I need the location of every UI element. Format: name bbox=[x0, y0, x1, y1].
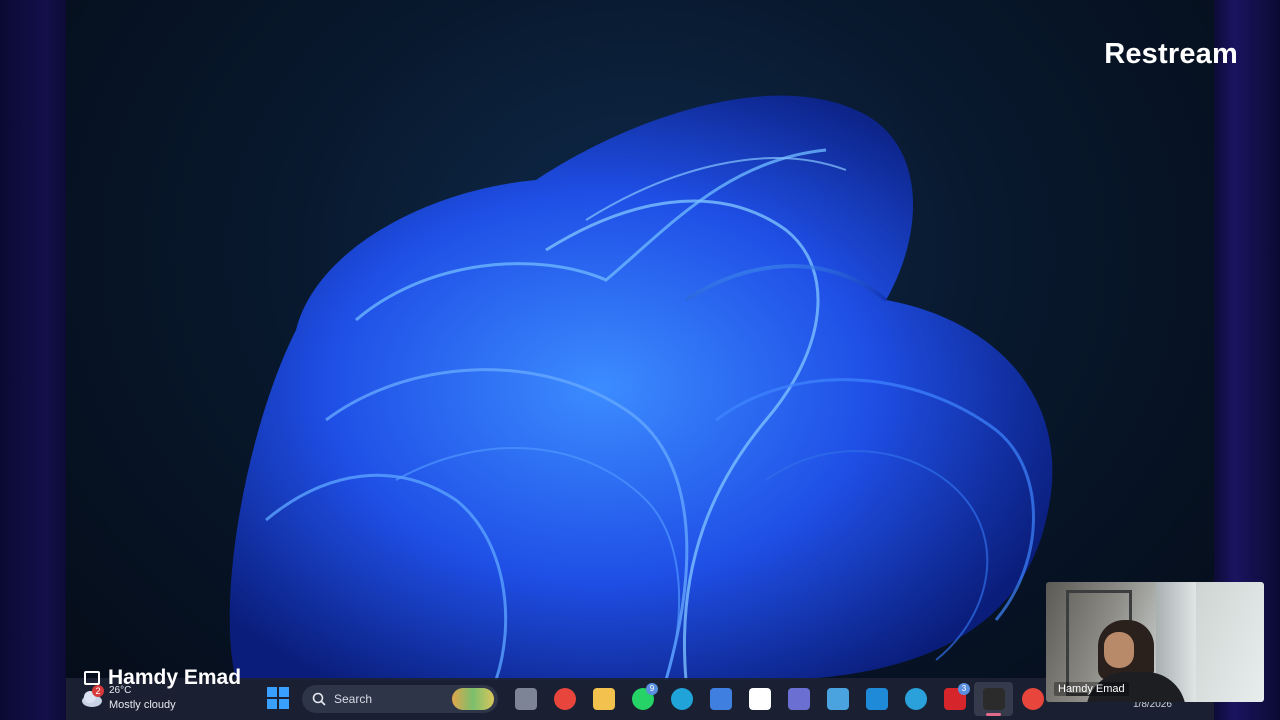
search-icon bbox=[312, 692, 326, 706]
presenter-name: Hamdy Emad bbox=[108, 666, 242, 689]
chrome-taskbar-button[interactable] bbox=[545, 682, 584, 716]
edge-taskbar-button[interactable] bbox=[662, 682, 701, 716]
telegram-taskbar-button[interactable] bbox=[896, 682, 935, 716]
restream-logo: Restream bbox=[1104, 38, 1238, 70]
app-badge: 9 bbox=[646, 683, 658, 695]
editor-icon bbox=[709, 688, 732, 710]
file-explorer-icon bbox=[592, 688, 615, 710]
teams-taskbar-button[interactable] bbox=[779, 682, 818, 716]
task-view-icon bbox=[514, 688, 537, 710]
file-explorer-taskbar-button[interactable] bbox=[584, 682, 623, 716]
start-button[interactable] bbox=[267, 687, 289, 709]
whatsapp-taskbar-button[interactable]: 9 bbox=[623, 682, 662, 716]
monitor-icon bbox=[84, 671, 100, 685]
edge-icon bbox=[670, 688, 693, 710]
task-view-taskbar-button[interactable] bbox=[506, 682, 545, 716]
vscode-taskbar-button[interactable] bbox=[857, 682, 896, 716]
presenter-name-tag: Hamdy Emad bbox=[84, 666, 242, 689]
webex-taskbar-button[interactable] bbox=[974, 682, 1013, 716]
cloud-app-icon bbox=[826, 688, 849, 710]
app-badge: 3 bbox=[958, 683, 970, 695]
search-placeholder: Search bbox=[334, 692, 373, 706]
windows-bloom-wallpaper bbox=[229, 95, 1053, 680]
store-taskbar-button[interactable] bbox=[740, 682, 779, 716]
editor-taskbar-button[interactable] bbox=[701, 682, 740, 716]
teams-icon bbox=[787, 688, 810, 710]
desktop-wallpaper bbox=[66, 0, 1214, 720]
search-highlight-image bbox=[452, 688, 494, 710]
vscode-icon bbox=[865, 688, 888, 710]
taskbar-apps: 93 bbox=[506, 682, 1052, 716]
weather-condition: Mostly cloudy bbox=[109, 699, 176, 711]
store-icon bbox=[748, 688, 771, 710]
webex-icon bbox=[982, 688, 1005, 710]
left-border bbox=[0, 0, 66, 720]
taskbar-search-box[interactable]: Search bbox=[302, 685, 498, 713]
presenter-webcam: Hamdy Emad bbox=[1046, 582, 1264, 702]
cloud-app-taskbar-button[interactable] bbox=[818, 682, 857, 716]
webcam-name-label: Hamdy Emad bbox=[1054, 682, 1129, 696]
chrome-profile-icon bbox=[1021, 688, 1044, 710]
l-app-taskbar-button[interactable]: 3 bbox=[935, 682, 974, 716]
chrome-icon bbox=[553, 688, 576, 710]
presenter-face bbox=[1104, 632, 1134, 668]
telegram-icon bbox=[904, 688, 927, 710]
